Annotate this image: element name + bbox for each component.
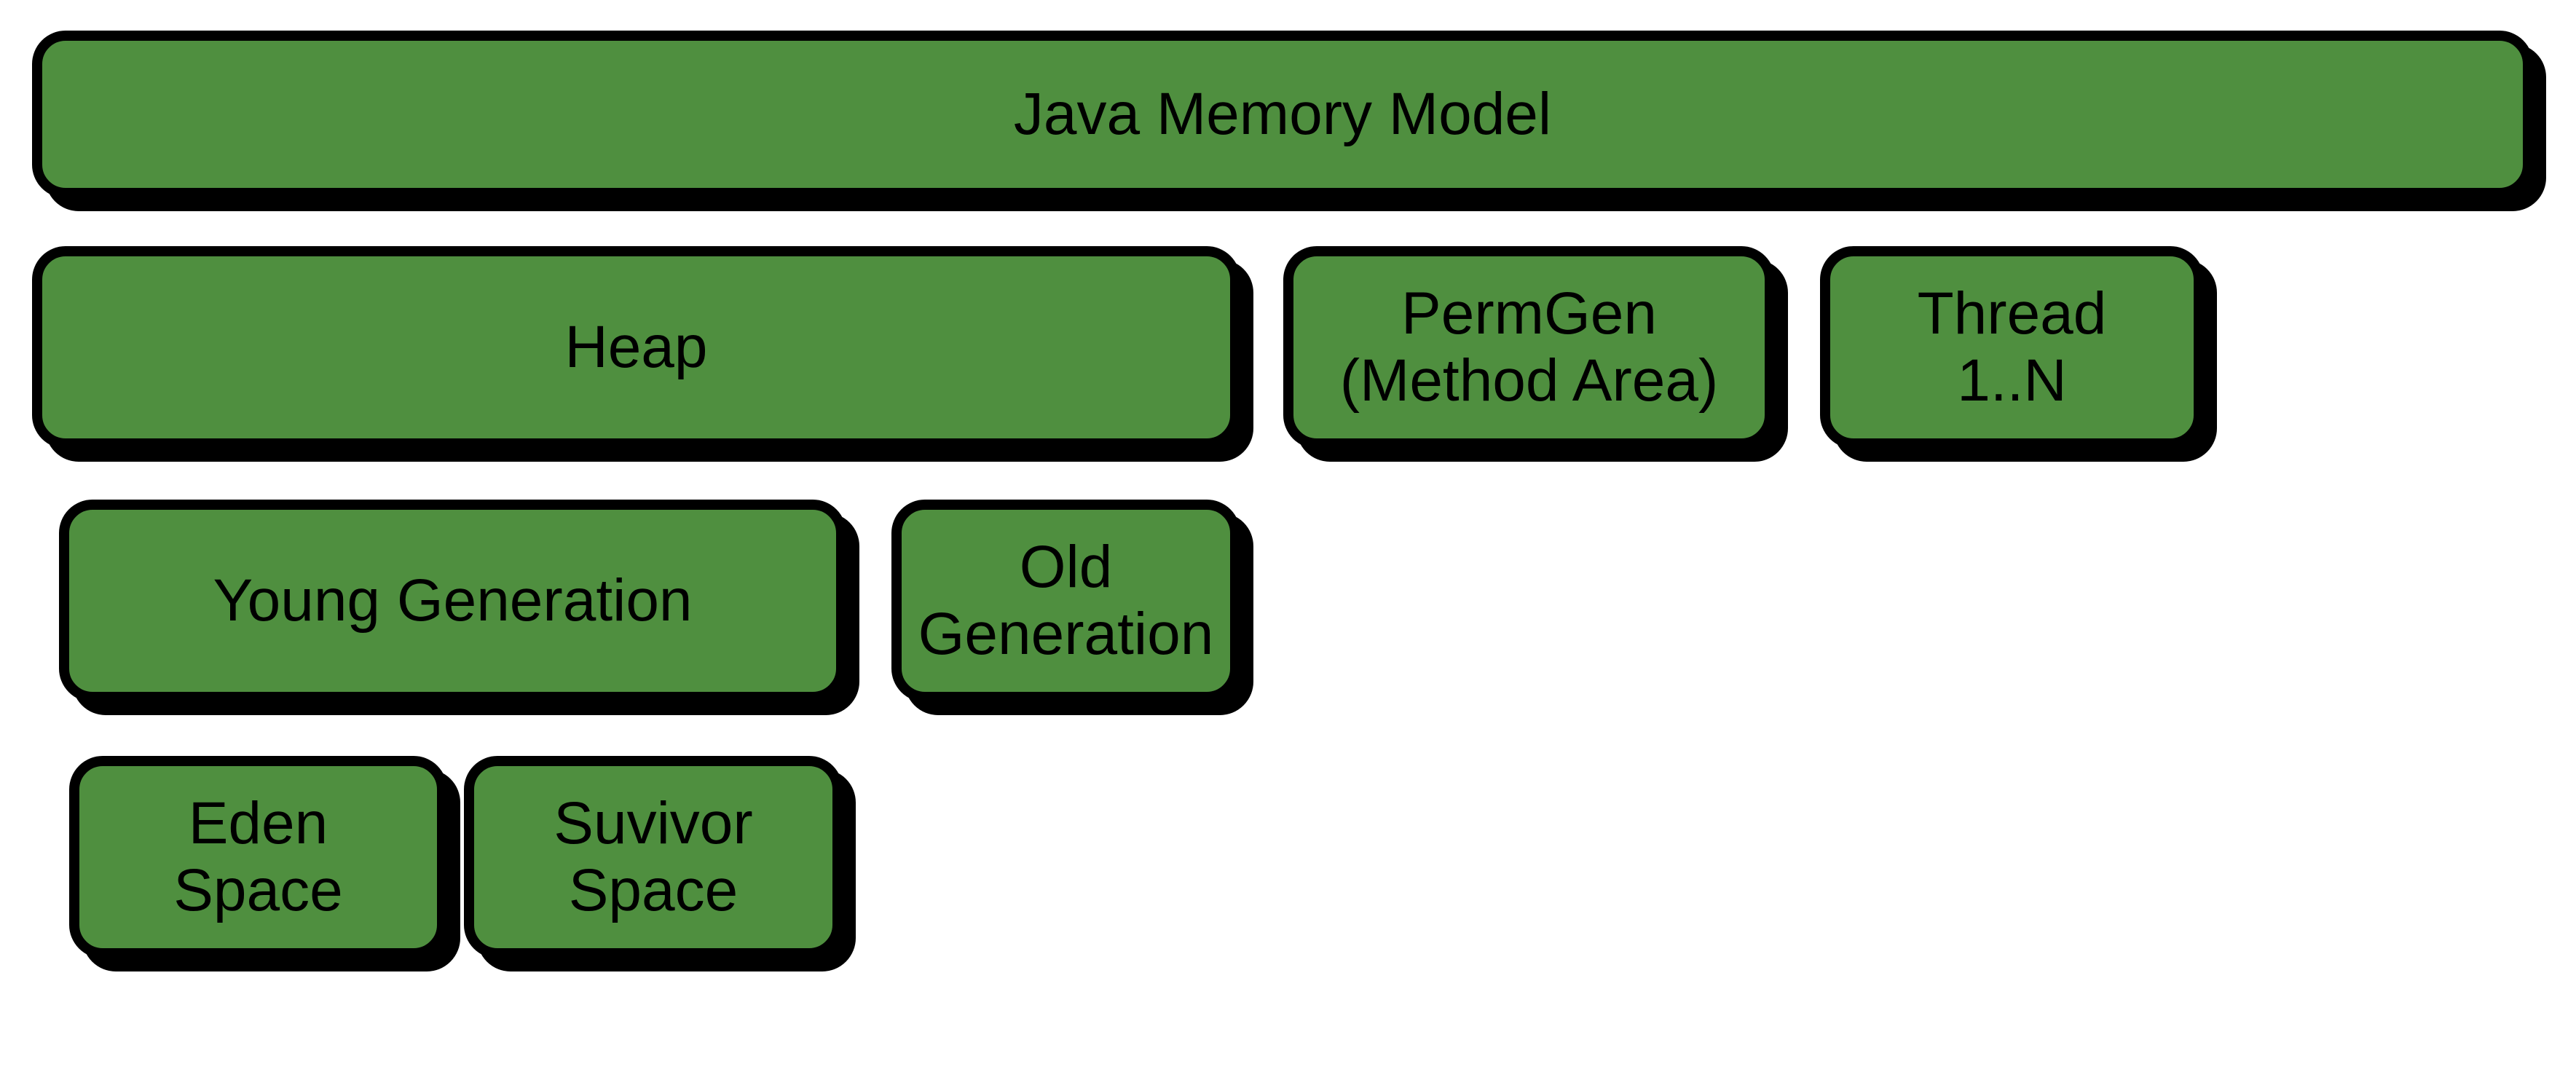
box-thread: Thread1..N — [1820, 246, 2204, 449]
box-root-label: Java Memory Model — [1014, 81, 1551, 148]
box-permgen-label: PermGen(Method Area) — [1340, 280, 1719, 414]
box-survivor-label: SuvivorSpace — [554, 790, 752, 924]
box-permgen: PermGen(Method Area) — [1283, 246, 1775, 449]
box-thread-label: Thread1..N — [1918, 280, 2107, 414]
box-old: OldGeneration — [891, 500, 1240, 702]
box-young: Young Generation — [59, 500, 846, 702]
box-eden: EdenSpace — [69, 756, 447, 958]
box-heap-label: Heap — [564, 314, 707, 381]
box-young-label: Young Generation — [213, 567, 692, 634]
diagram-canvas: Java Memory Model Heap PermGen(Method Ar… — [0, 0, 2576, 1080]
box-eden-label: EdenSpace — [173, 790, 343, 924]
box-root: Java Memory Model — [32, 31, 2533, 198]
box-survivor: SuvivorSpace — [464, 756, 843, 958]
box-old-label: OldGeneration — [918, 534, 1214, 668]
box-heap: Heap — [32, 246, 1240, 449]
